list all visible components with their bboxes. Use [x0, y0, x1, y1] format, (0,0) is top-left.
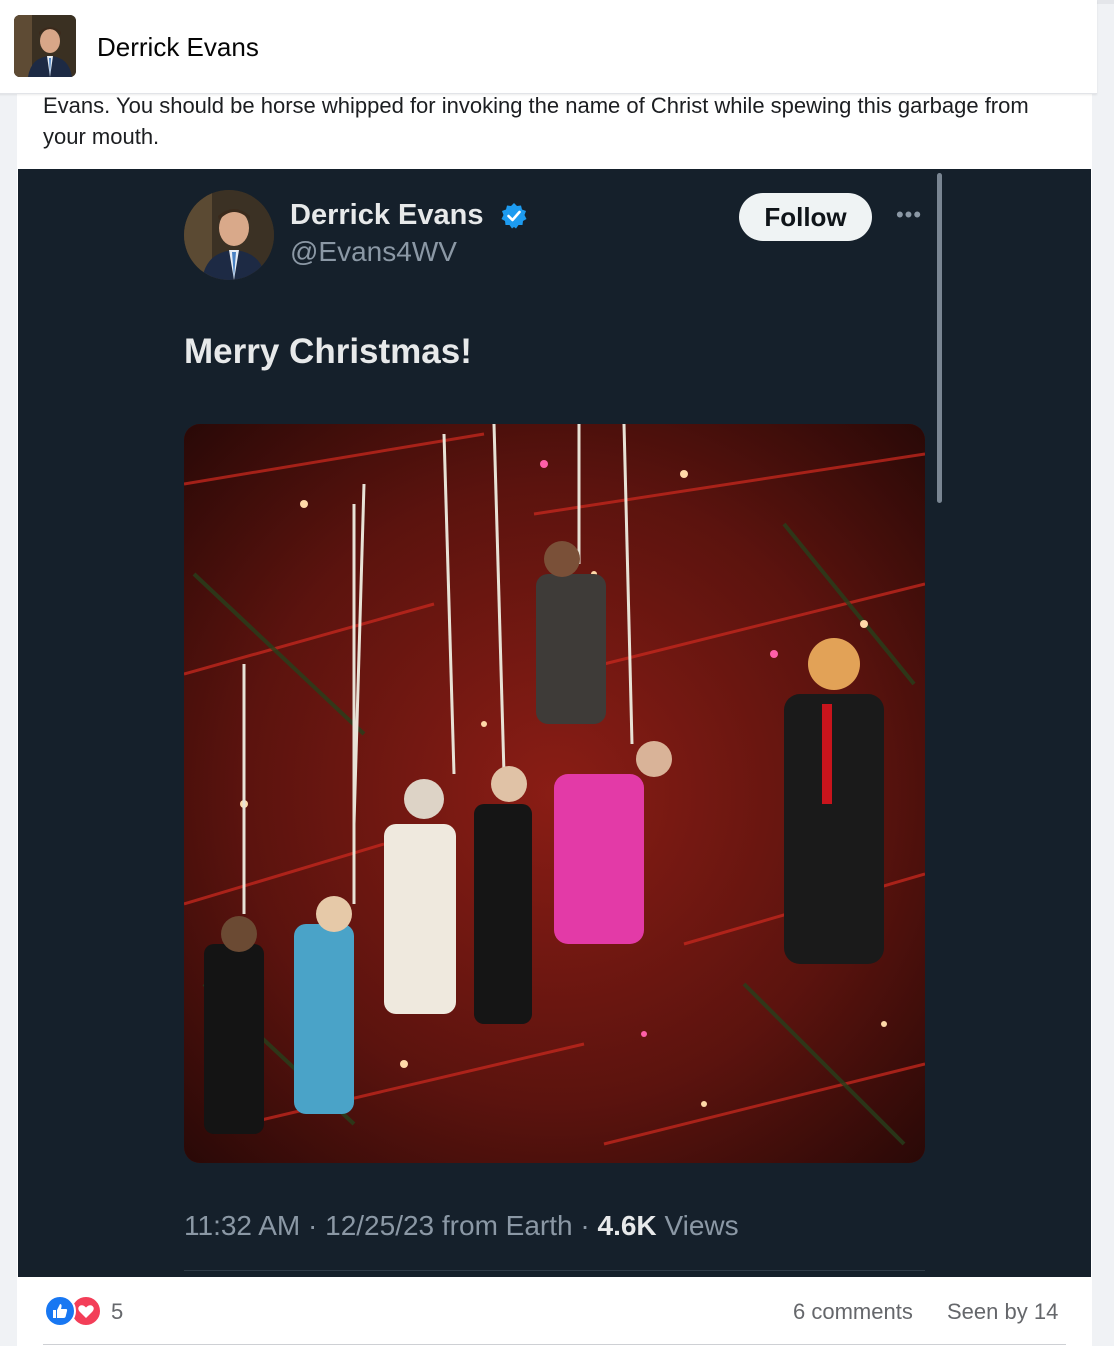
- tweet-photo[interactable]: [184, 424, 925, 1163]
- meta-separator: ·: [580, 1210, 590, 1241]
- post-text: Evans. You should be horse whipped for i…: [43, 93, 1029, 149]
- tweet-author-avatar: [184, 190, 274, 280]
- embedded-tweet-screenshot[interactable]: Derrick Evans @Evans4WV Follow ••• Merry…: [18, 169, 1091, 1277]
- footer-divider: [43, 1344, 1066, 1345]
- views-count: 4.6K: [597, 1210, 657, 1241]
- tweet-divider: [184, 1270, 925, 1271]
- scrollbar[interactable]: [937, 173, 942, 503]
- views-label: Views: [664, 1210, 739, 1241]
- post-header: Derrick Evans: [0, 0, 1097, 94]
- tweet-meta: 11:32 AM · 12/25/23 from Earth · 4.6K Vi…: [184, 1210, 739, 1242]
- author-name[interactable]: Derrick Evans: [97, 32, 259, 63]
- tweet-time[interactable]: 11:32 AM: [184, 1210, 300, 1241]
- post-footer: 5 6 comments Seen by 14: [17, 1277, 1092, 1346]
- tweet-source: from Earth: [441, 1210, 573, 1241]
- like-icon: [44, 1295, 76, 1327]
- more-options-icon[interactable]: •••: [891, 197, 927, 233]
- tweet-text: Merry Christmas!: [184, 332, 472, 371]
- seen-by-link[interactable]: Seen by 14: [947, 1299, 1058, 1325]
- verified-badge-icon: [501, 203, 527, 229]
- meta-separator: ·: [308, 1210, 318, 1241]
- comments-link[interactable]: 6 comments: [793, 1299, 913, 1325]
- tweet-author-name[interactable]: Derrick Evans: [290, 199, 483, 232]
- tweet-date[interactable]: 12/25/23: [325, 1210, 434, 1241]
- tweet-author-handle[interactable]: @Evans4WV: [290, 236, 457, 268]
- author-avatar[interactable]: [14, 15, 76, 77]
- post-card: Evans. You should be horse whipped for i…: [17, 4, 1092, 1346]
- follow-button[interactable]: Follow: [739, 193, 872, 241]
- reaction-count[interactable]: 5: [111, 1299, 123, 1325]
